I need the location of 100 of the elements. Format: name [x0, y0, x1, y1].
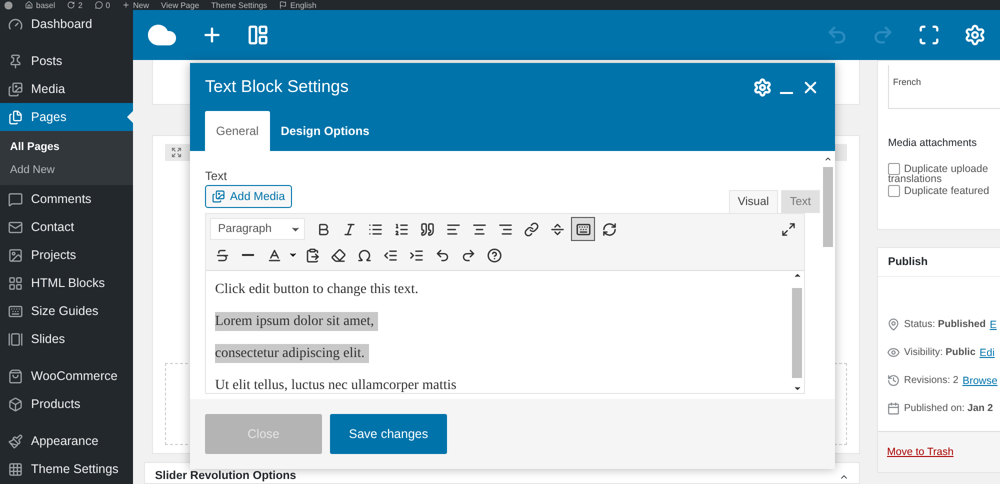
admin-bar-item[interactable]: 2 [67, 0, 83, 10]
sidebar-item[interactable]: Contact [0, 213, 133, 241]
field-label: Text [205, 169, 228, 183]
refresh-icon [602, 222, 616, 236]
sidebar-item[interactable]: Comments [0, 185, 133, 213]
editor-tab[interactable]: Visual [728, 190, 778, 213]
bag-icon [8, 368, 23, 384]
checkbox-label[interactable]: Duplicate uploade [878, 163, 1000, 175]
numbered-list-icon [394, 222, 408, 236]
add-media-button[interactable]: Add Media [205, 185, 292, 208]
trash-link[interactable]: Move to Trash [887, 446, 954, 458]
paste-icon [304, 248, 320, 262]
redo-icon [872, 24, 894, 46]
scroll-up-icon[interactable] [824, 155, 832, 163]
format-select[interactable]: Paragraph [210, 218, 305, 240]
mail-icon [8, 220, 23, 234]
box-icon [8, 396, 23, 412]
italic-icon [342, 222, 356, 236]
horizontal-line-icon [242, 254, 254, 256]
settings-icon [964, 24, 986, 46]
history-icon [887, 374, 900, 388]
checkbox-label: translations [887, 173, 942, 185]
panel-title: Slider Revolution Options [155, 470, 296, 482]
layout-icon [247, 24, 269, 46]
sidebar-item[interactable]: Slides [0, 325, 133, 353]
help-icon [486, 248, 502, 262]
paintbrush-icon [8, 434, 23, 448]
publish-link[interactable]: Browse [962, 374, 998, 387]
images-icon [8, 82, 23, 96]
scrollbar-thumb[interactable] [792, 288, 802, 378]
strikethrough-icon [214, 248, 230, 262]
admin-bar-item[interactable]: 0 [94, 0, 110, 10]
image-icon [8, 248, 23, 262]
publish-link[interactable]: E [990, 318, 997, 331]
bullet-list-icon [368, 222, 382, 236]
sidebar-item[interactable]: WooCommerce [0, 362, 133, 390]
grid-icon [8, 276, 23, 290]
paragraph: consectetur adipiscing elit. [215, 344, 369, 363]
scrollbar[interactable] [790, 271, 804, 393]
scrollbar-thumb[interactable] [822, 167, 832, 247]
logo-icon[interactable] [4, 0, 13, 10]
language-field[interactable]: French [888, 65, 1000, 109]
text-color-icon [266, 248, 282, 262]
sidebar-item[interactable]: Projects [0, 241, 133, 269]
read-more-icon [550, 222, 564, 236]
save-button[interactable]: Save changes [330, 414, 447, 454]
scroll-down-icon[interactable] [792, 384, 802, 393]
fullscreen-icon [918, 24, 940, 46]
dialog-tab[interactable]: General [205, 111, 270, 151]
expand-icon [171, 147, 182, 158]
admin-bar-item[interactable]: basel [25, 0, 56, 10]
keyboard-icon [8, 304, 23, 318]
admin-bar-item[interactable]: New [122, 0, 150, 10]
dialog-title: Text Block Settings [205, 77, 350, 97]
admin-bar-item[interactable]: English [279, 0, 316, 10]
checkbox[interactable] [888, 185, 900, 197]
checkbox[interactable] [888, 163, 900, 175]
panel-title: Publish [878, 248, 1000, 277]
sidebar-item[interactable]: Products [0, 390, 133, 418]
sidebar-item[interactable]: Appearance [0, 427, 133, 455]
keyboard-icon [576, 222, 590, 236]
media-icon [212, 190, 225, 203]
scroll-up-icon[interactable] [792, 271, 802, 280]
sidebar-item[interactable]: Theme Settings [0, 455, 133, 483]
dialog-tab[interactable]: Design Options [270, 111, 380, 151]
eraser-icon [330, 248, 346, 262]
admin-bar-item[interactable]: View Page [161, 0, 200, 10]
align-left-icon [446, 222, 460, 236]
layout-button[interactable] [247, 24, 269, 46]
admin-bar-item[interactable]: Theme Settings [211, 0, 268, 10]
sidebar-item[interactable]: Posts [0, 47, 133, 75]
sidebar-item[interactable]: Media [0, 75, 133, 103]
comment-icon [94, 1, 103, 9]
sidebar-item[interactable]: Dashboard [0, 10, 133, 38]
undo-icon [434, 248, 450, 262]
eye-icon [887, 346, 900, 360]
submenu-item[interactable]: All Pages [0, 135, 133, 158]
publish-info: Visibility: Public [904, 347, 976, 358]
calendar-icon [887, 402, 900, 416]
redo-icon [460, 248, 476, 262]
paragraph: Lorem ipsum dolor sit amet, [215, 312, 378, 331]
publish-link[interactable]: Edi [980, 346, 995, 359]
sidebar-item[interactable]: Pages [0, 103, 133, 131]
submenu-item[interactable]: Add New [0, 158, 133, 181]
comment-icon [8, 192, 23, 206]
gear-icon [753, 78, 772, 96]
omega-icon [356, 248, 372, 262]
sidebar-item[interactable]: Size Guides [0, 297, 133, 325]
section-title: Media attachments [887, 136, 978, 151]
keyboard-button[interactable] [571, 217, 595, 241]
publish-info: Revisions: 2 [904, 375, 958, 386]
align-right-icon [498, 222, 512, 236]
pages-icon [8, 110, 23, 124]
settings-button[interactable] [964, 24, 986, 46]
align-center-icon [472, 222, 486, 236]
checkbox-label[interactable]: Duplicate featured [878, 185, 1000, 197]
sidebar-item[interactable]: HTML Blocks [0, 269, 133, 297]
settings-button[interactable] [753, 78, 772, 96]
fullscreen-button[interactable] [918, 24, 940, 46]
refresh-icon [67, 1, 76, 9]
